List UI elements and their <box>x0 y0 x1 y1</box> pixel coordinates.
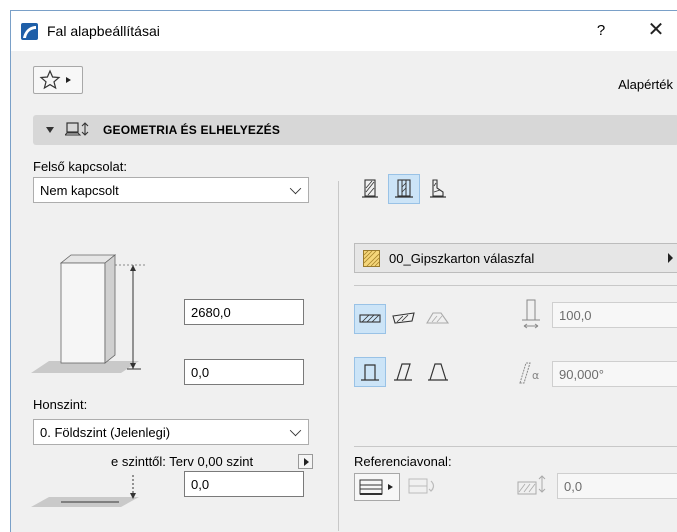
chevron-down-icon <box>289 182 302 195</box>
favorites-button[interactable] <box>33 66 83 94</box>
straight-wall-button[interactable] <box>354 304 386 334</box>
polygonal-wall-button[interactable] <box>422 304 454 334</box>
composite-wall-icon <box>395 179 413 198</box>
window-title: Fal alapbeállításai <box>47 23 160 39</box>
perpendicular-wall-icon <box>361 364 379 381</box>
reference-line-icon <box>359 479 393 495</box>
reference-line-dropdown[interactable] <box>354 473 400 501</box>
star-icon <box>39 69 71 90</box>
double-slanted-wall-button[interactable] <box>422 357 454 387</box>
composite-structure-button[interactable] <box>388 174 420 204</box>
wall-settings-dialog: Fal alapbeállításai ? ✕ Alapérték GEOMET… <box>10 10 677 532</box>
reference-offset-icon <box>517 475 546 495</box>
material-swatch <box>363 250 380 267</box>
slanted-wall-button[interactable] <box>388 357 420 387</box>
column-divider <box>338 181 339 531</box>
top-link-dropdown[interactable]: Nem kapcsolt <box>33 177 309 203</box>
double-slanted-wall-icon <box>428 363 448 381</box>
thickness-icon <box>522 299 540 329</box>
bottom-offset-input[interactable]: 0,0 <box>184 359 304 385</box>
story-offset-diagram <box>31 475 139 507</box>
help-button[interactable]: ? <box>586 19 616 43</box>
home-story-label: Honszint: <box>33 397 88 412</box>
svg-text:α: α <box>532 369 539 382</box>
profile-wall-icon <box>430 179 446 198</box>
home-story-dropdown[interactable]: 0. Földszint (Jelenlegi) <box>33 419 309 445</box>
trapezoid-wall-button[interactable] <box>388 304 420 334</box>
story-menu-arrow-button[interactable] <box>298 454 313 469</box>
top-link-value: Nem kapcsolt <box>40 183 119 198</box>
flip-icon <box>408 478 435 494</box>
basic-wall-icon <box>362 179 378 198</box>
profile-structure-button[interactable] <box>422 174 454 204</box>
offset-from-story-input[interactable]: 0,0 <box>184 471 304 497</box>
slant-angle-icon: α <box>519 362 539 384</box>
title-bar: Fal alapbeállításai ? ✕ <box>11 11 677 51</box>
wall-thickness-input[interactable]: 100,0 <box>552 302 677 328</box>
wall-height-input[interactable]: 2680,0 <box>184 299 304 325</box>
section-title: GEOMETRIA ÉS ELHELYEZÉS <box>103 123 281 137</box>
close-button[interactable]: ✕ <box>641 17 671 43</box>
slant-angle-input[interactable]: 90,000° <box>552 361 677 387</box>
slanted-wall-icon <box>394 363 412 381</box>
wall-height-diagram <box>31 254 145 373</box>
top-link-label: Felső kapcsolat: <box>33 159 127 174</box>
submenu-arrow-icon <box>668 253 673 263</box>
default-settings-label[interactable]: Alapérték <box>618 77 673 92</box>
polygonal-wall-icon <box>426 312 450 324</box>
material-name: 00_Gipszkarton válaszfal <box>389 251 535 266</box>
reference-divider <box>354 446 677 447</box>
perpendicular-wall-button[interactable] <box>354 357 386 387</box>
flip-reference-line-button[interactable] <box>405 473 441 501</box>
reference-line-label: Referenciavonal: <box>354 454 452 469</box>
geometry-panel-icon <box>65 122 89 136</box>
home-story-value: 0. Földszint (Jelenlegi) <box>40 425 171 440</box>
building-material-dropdown[interactable]: 00_Gipszkarton válaszfal <box>354 243 677 273</box>
reference-offset-input[interactable]: 0,0 <box>557 473 677 499</box>
trapezoid-wall-icon <box>392 312 415 324</box>
material-divider <box>354 285 677 286</box>
straight-wall-icon <box>359 314 381 323</box>
collapse-triangle-icon <box>46 127 54 133</box>
chevron-down-icon <box>289 424 302 437</box>
basic-structure-button[interactable] <box>354 174 386 204</box>
geometry-section-header[interactable]: GEOMETRIA ÉS ELHELYEZÉS <box>33 115 677 145</box>
offset-from-story-label: e szinttől: Terv 0,00 szint <box>111 454 254 469</box>
archicad-logo-icon <box>21 23 38 40</box>
